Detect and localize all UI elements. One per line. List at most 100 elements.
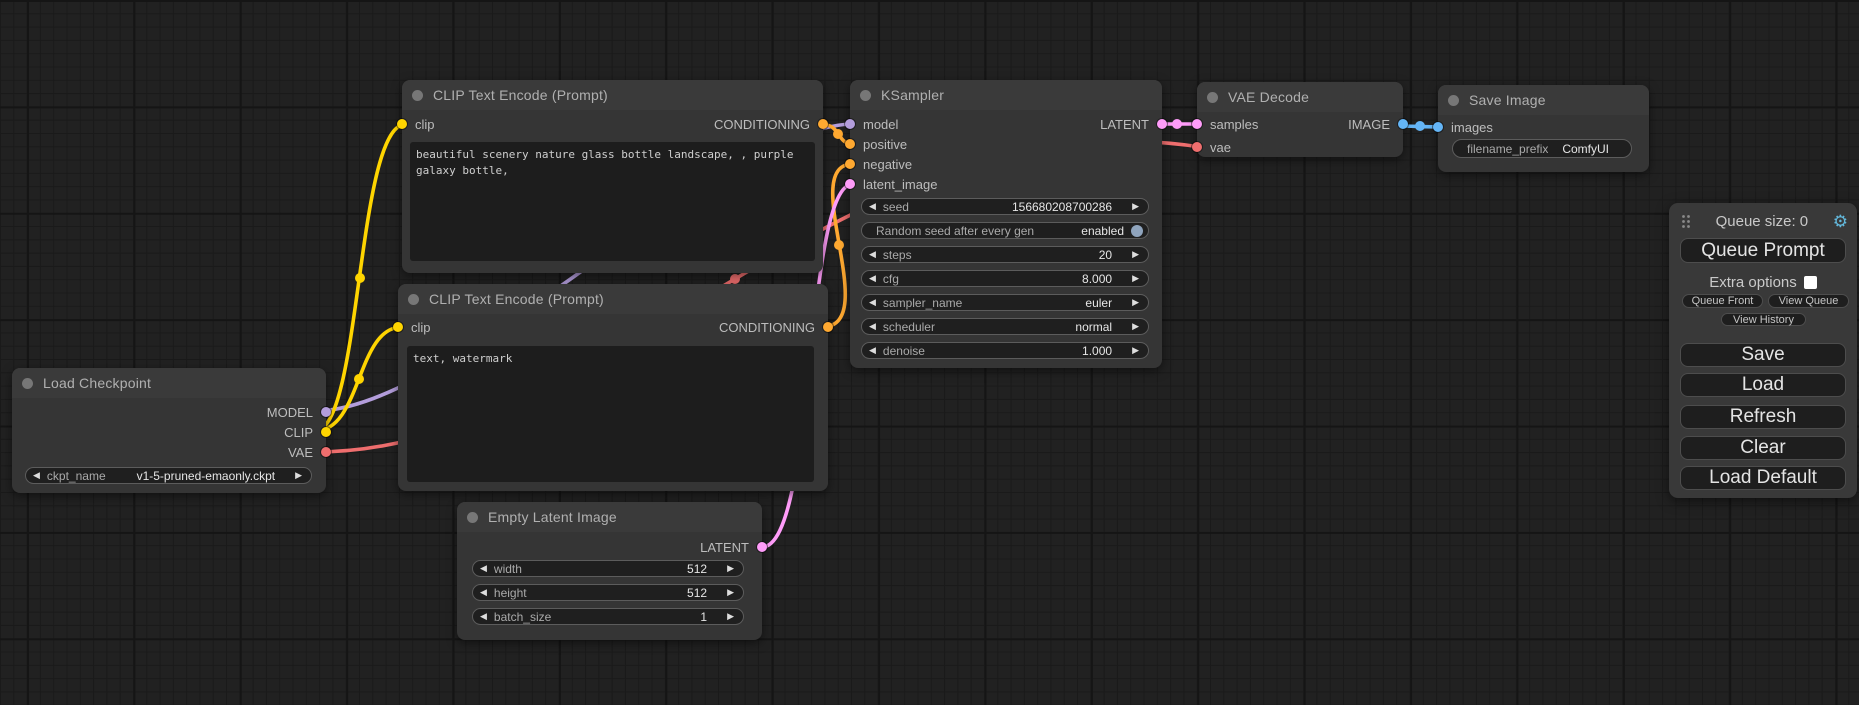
node-clip-text-encode-positive[interactable]: CLIP Text Encode (Prompt) clip CONDITION… (402, 80, 823, 273)
increment-arrow-icon[interactable]: ▶ (1125, 346, 1148, 355)
input-slot-vae[interactable] (1192, 142, 1202, 152)
output-slot-latent[interactable] (1157, 119, 1167, 129)
widget-batch-size[interactable]: ◀ batch_size 1 ▶ (472, 608, 744, 625)
link-middot (834, 240, 844, 250)
input-slot-images[interactable] (1433, 122, 1443, 132)
node-collapse-dot[interactable] (860, 90, 871, 101)
input-slot-negative[interactable] (845, 159, 855, 169)
queue-panel[interactable]: Queue size: 0 ⚙ Queue Prompt Extra optio… (1669, 203, 1857, 498)
input-slot-model[interactable] (845, 119, 855, 129)
increment-arrow-icon[interactable]: ▶ (720, 564, 743, 573)
extra-options-checkbox[interactable] (1804, 276, 1817, 289)
output-slot-latent[interactable] (757, 542, 767, 552)
link-middot (730, 274, 740, 284)
node-title-bar[interactable]: KSampler (850, 80, 1162, 110)
widget-value: 20 (1099, 248, 1125, 262)
output-slot-clip[interactable] (321, 427, 331, 437)
widget-seed[interactable]: ◀ seed 156680208700286 ▶ (861, 198, 1149, 215)
widget-scheduler[interactable]: ◀ scheduler normal ▶ (861, 318, 1149, 335)
decrement-arrow-icon[interactable]: ◀ (862, 322, 883, 331)
widget-width[interactable]: ◀ width 512 ▶ (472, 560, 744, 577)
widget-value: 512 (687, 562, 720, 576)
view-queue-button[interactable]: View Queue (1768, 294, 1849, 308)
node-title-bar[interactable]: CLIP Text Encode (Prompt) (398, 284, 828, 314)
decrement-arrow-icon[interactable]: ◀ (862, 346, 883, 355)
load-button[interactable]: Load (1680, 373, 1846, 397)
decrement-arrow-icon[interactable]: ◀ (473, 588, 494, 597)
node-collapse-dot[interactable] (1448, 95, 1459, 106)
input-slot-positive[interactable] (845, 139, 855, 149)
node-load-checkpoint[interactable]: Load Checkpoint MODEL CLIP VAE ◀ ckpt_na… (12, 368, 326, 493)
decrement-arrow-icon[interactable]: ◀ (862, 250, 883, 259)
widget-steps[interactable]: ◀ steps 20 ▶ (861, 246, 1149, 263)
node-empty-latent-image[interactable]: Empty Latent Image LATENT ◀ width 512 ▶ … (457, 502, 762, 640)
decrement-arrow-icon[interactable]: ◀ (862, 274, 883, 283)
refresh-button[interactable]: Refresh (1680, 405, 1846, 429)
node-graph-canvas[interactable]: Load Checkpoint MODEL CLIP VAE ◀ ckpt_na… (0, 0, 1859, 705)
input-label: clip (415, 117, 435, 132)
widget-denoise[interactable]: ◀ denoise 1.000 ▶ (861, 342, 1149, 359)
save-button[interactable]: Save (1680, 343, 1846, 367)
output-label: LATENT (700, 540, 749, 555)
node-vae-decode[interactable]: VAE Decode samples vae IMAGE (1197, 82, 1403, 157)
node-collapse-dot[interactable] (467, 512, 478, 523)
output-slot-conditioning[interactable] (818, 119, 828, 129)
increment-arrow-icon[interactable]: ▶ (720, 588, 743, 597)
node-collapse-dot[interactable] (412, 90, 423, 101)
output-label: VAE (288, 445, 313, 460)
queue-front-button[interactable]: Queue Front (1682, 294, 1763, 308)
decrement-arrow-icon[interactable]: ◀ (473, 612, 494, 621)
increment-arrow-icon[interactable]: ▶ (1125, 250, 1148, 259)
prompt-textarea[interactable]: text, watermark (407, 346, 814, 482)
widget-label: scheduler (883, 320, 935, 334)
node-title-bar[interactable]: Save Image (1438, 85, 1649, 115)
input-slot-clip[interactable] (393, 322, 403, 332)
decrement-arrow-icon[interactable]: ◀ (473, 564, 494, 573)
decrement-arrow-icon[interactable]: ◀ (862, 298, 883, 307)
widget-ckpt-name[interactable]: ◀ ckpt_name v1-5-pruned-emaonly.ckpt ▶ (25, 467, 312, 484)
link-middot (1172, 119, 1182, 129)
node-ksampler[interactable]: KSampler model positive negative latent_… (850, 80, 1162, 368)
gear-icon[interactable]: ⚙ (1833, 213, 1848, 230)
clear-button[interactable]: Clear (1680, 436, 1846, 460)
output-slot-image[interactable] (1398, 119, 1408, 129)
widget-cfg[interactable]: ◀ cfg 8.000 ▶ (861, 270, 1149, 287)
increment-arrow-icon[interactable]: ▶ (1125, 274, 1148, 283)
node-title-bar[interactable]: Load Checkpoint (12, 368, 326, 398)
node-save-image[interactable]: Save Image images filename_prefix ComfyU… (1438, 85, 1649, 172)
output-slot-model[interactable] (321, 407, 331, 417)
input-slot-latent-image[interactable] (845, 179, 855, 189)
increment-arrow-icon[interactable]: ▶ (1125, 322, 1148, 331)
increment-arrow-icon[interactable]: ▶ (1125, 202, 1148, 211)
increment-arrow-icon[interactable]: ▶ (288, 471, 311, 480)
widget-sampler-name[interactable]: ◀ sampler_name euler ▶ (861, 294, 1149, 311)
view-history-button[interactable]: View History (1721, 313, 1806, 326)
link-middot (833, 129, 843, 139)
node-title-bar[interactable]: VAE Decode (1197, 82, 1403, 112)
widget-filename-prefix[interactable]: filename_prefix ComfyUI (1452, 139, 1632, 158)
decrement-arrow-icon[interactable]: ◀ (26, 471, 47, 480)
node-collapse-dot[interactable] (408, 294, 419, 305)
toggle-dot[interactable] (1131, 225, 1143, 237)
widget-label: batch_size (494, 610, 551, 624)
prompt-textarea[interactable]: beautiful scenery nature glass bottle la… (410, 142, 815, 261)
decrement-arrow-icon[interactable]: ◀ (862, 202, 883, 211)
widget-height[interactable]: ◀ height 512 ▶ (472, 584, 744, 601)
output-slot-conditioning[interactable] (823, 322, 833, 332)
load-default-button[interactable]: Load Default (1680, 466, 1846, 490)
widget-random-seed-toggle[interactable]: Random seed after every gen enabled (861, 222, 1149, 239)
node-title-bar[interactable]: Empty Latent Image (457, 502, 762, 532)
widget-value: 8.000 (1082, 272, 1125, 286)
increment-arrow-icon[interactable]: ▶ (1125, 298, 1148, 307)
node-title-bar[interactable]: CLIP Text Encode (Prompt) (402, 80, 823, 110)
input-slot-samples[interactable] (1192, 119, 1202, 129)
node-collapse-dot[interactable] (1207, 92, 1218, 103)
node-title: VAE Decode (1228, 89, 1309, 105)
drag-handle-icon[interactable] (1681, 214, 1691, 229)
output-slot-vae[interactable] (321, 447, 331, 457)
increment-arrow-icon[interactable]: ▶ (720, 612, 743, 621)
input-slot-clip[interactable] (397, 119, 407, 129)
node-clip-text-encode-negative[interactable]: CLIP Text Encode (Prompt) clip CONDITION… (398, 284, 828, 491)
queue-prompt-button[interactable]: Queue Prompt (1680, 238, 1846, 263)
node-collapse-dot[interactable] (22, 378, 33, 389)
